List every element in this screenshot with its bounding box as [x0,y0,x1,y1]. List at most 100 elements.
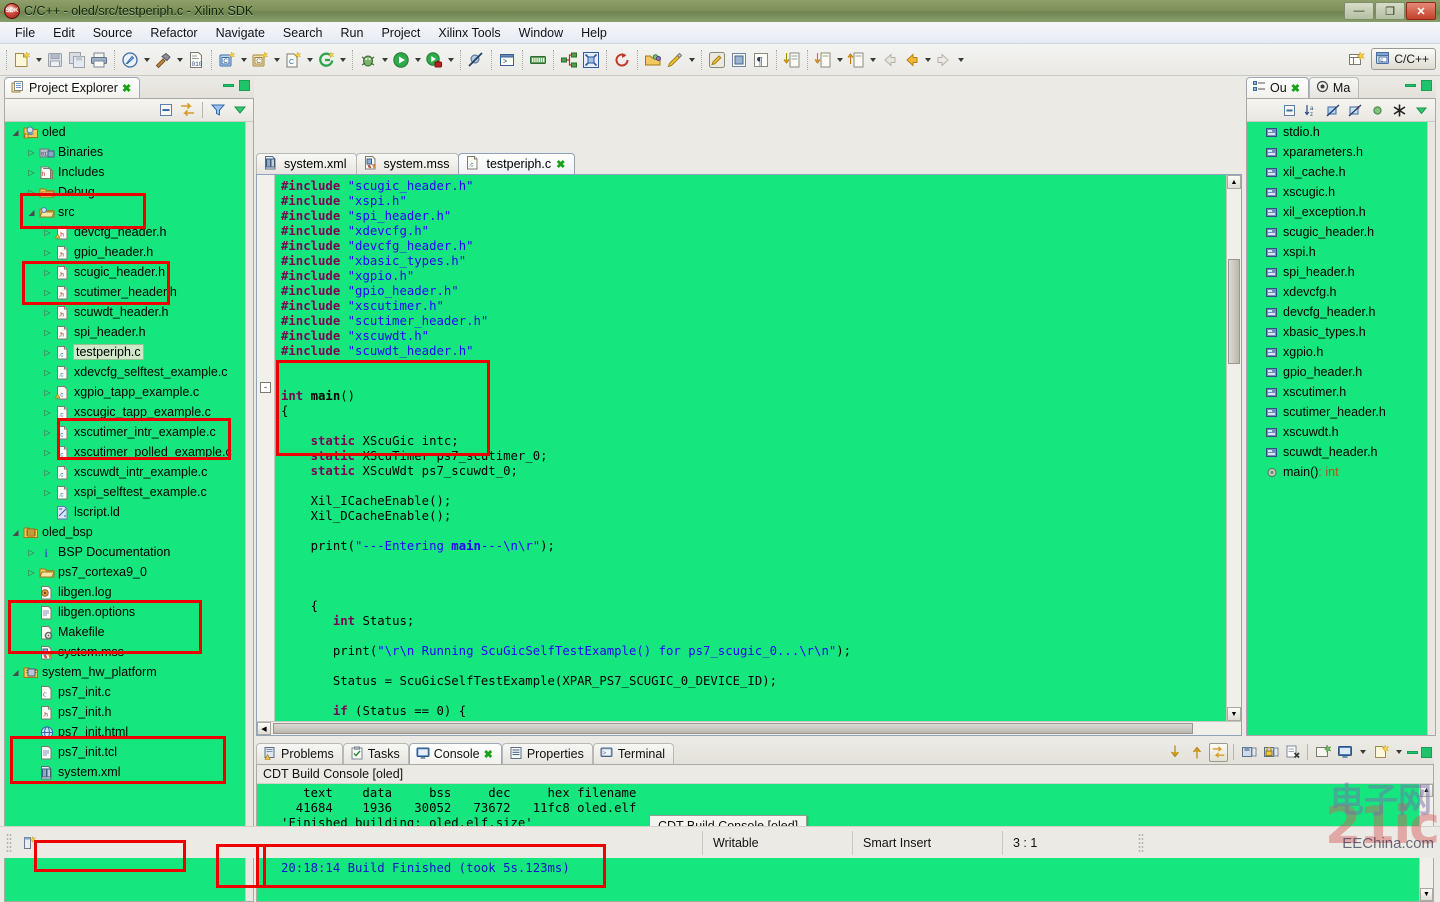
show-whitespace-block-icon[interactable] [728,49,750,71]
skip-breakpoints-icon[interactable] [465,49,487,71]
expand-arrow-open-icon[interactable]: ◢ [9,528,22,537]
forward-icon[interactable] [933,49,955,71]
last-edit-icon[interactable] [845,49,867,71]
console-tab-properties[interactable]: Properties [502,743,593,764]
hide-static-icon[interactable]: s [1346,101,1365,120]
expand-arrow-closed-icon[interactable]: ▷ [41,248,54,257]
expand-arrow-open-icon[interactable]: ◢ [9,128,22,137]
save-all-icon[interactable] [66,49,88,71]
hide-fields-icon[interactable] [1324,101,1343,120]
display-console-dropdown-icon[interactable] [1357,741,1368,763]
tree-item-scutimer-header-h[interactable]: ▷.hscutimer_header.h [5,282,253,302]
generate-dropdown-icon[interactable] [337,49,348,71]
marker-dropdown-icon[interactable] [686,49,697,71]
tree-item-oled[interactable]: ◢oled [5,122,253,142]
tab-project-explorer[interactable]: Project Explorer ✖ [4,77,140,98]
pilcrow-icon[interactable]: ¶ [750,49,772,71]
new-c-project-dropdown-icon[interactable] [238,49,249,71]
run-configurations-icon[interactable] [423,49,445,71]
new-c-file-dropdown-icon[interactable] [304,49,315,71]
build-all-icon[interactable] [119,49,141,71]
outline-item-xspi-h[interactable]: xspi.h [1247,242,1435,262]
tree-item-ps7-init-h[interactable]: .hps7_init.h [5,702,253,722]
run-configurations-dropdown-icon[interactable] [445,49,456,71]
run-icon[interactable] [390,49,412,71]
view-menu-icon[interactable] [1412,101,1431,120]
marker-icon[interactable] [664,49,686,71]
outline-item-xgpio-h[interactable]: xgpio.h [1247,342,1435,362]
scroll-down-button[interactable]: ▼ [1420,888,1433,901]
close-icon[interactable]: ✖ [122,82,131,95]
editor-tab-system-xml[interactable]: system.xml [256,153,357,174]
last-edit-dropdown-icon[interactable] [867,49,878,71]
scroll-up-button[interactable]: ▲ [1420,784,1433,797]
save-console-icon[interactable] [1239,743,1258,762]
editor-tab-testperiph-c[interactable]: .ctestperiph.c✖ [458,153,575,174]
minimize-icon[interactable] [223,84,234,87]
menu-search[interactable]: Search [274,24,332,42]
new-wizard-icon[interactable] [11,49,33,71]
new-cpp-project-icon[interactable]: C [249,49,271,71]
build-hammer-icon[interactable] [152,49,174,71]
new-console-dropdown-icon[interactable] [1393,741,1404,763]
window-controls[interactable]: — ❐ ✕ [1344,2,1436,20]
new-wizard-dropdown-icon[interactable] [33,49,44,71]
maximize-icon[interactable] [1421,80,1432,91]
console-tab-console[interactable]: Console✖ [409,743,502,764]
outline-view-buttons[interactable] [1405,80,1432,91]
build-all-dropdown-icon[interactable] [141,49,152,71]
back-icon[interactable] [900,49,922,71]
code-view[interactable]: #include "scugic_header.h" #include "xsp… [275,175,1226,735]
tree-item-libgen-options[interactable]: libgen.options [5,602,253,622]
editor-vscrollbar[interactable]: ▲ ▼ [1226,175,1241,735]
expand-arrow-closed-icon[interactable]: ▷ [41,408,54,417]
prev-annotation-icon[interactable] [812,49,834,71]
minimize-icon[interactable] [1405,84,1416,87]
project-tree-scrollbar[interactable] [245,122,253,901]
tree-item-system-mss[interactable]: system.mss [5,642,253,662]
console-tab-terminal[interactable]: >Terminal [593,743,674,764]
toggle-edit-icon[interactable] [706,49,728,71]
scroll-up-icon[interactable] [1187,743,1206,762]
menu-navigate[interactable]: Navigate [207,24,274,42]
expand-arrow-closed-icon[interactable]: ▷ [41,468,54,477]
outline-tree[interactable]: stdio.hxparameters.hxil_cache.hxscugic.h… [1247,122,1435,735]
expand-arrow-closed-icon[interactable]: ▷ [41,268,54,277]
tree-item-xscugic-tapp-example-c[interactable]: ▷.cxscugic_tapp_example.c [5,402,253,422]
print-icon[interactable] [88,49,110,71]
xmd-console-icon[interactable]: > [496,49,518,71]
fold-collapse-icon[interactable]: - [260,382,271,393]
scroll-up-button[interactable]: ▲ [1227,175,1241,189]
prev-annotation-dropdown-icon[interactable] [834,49,845,71]
debug-icon[interactable] [357,49,379,71]
restore-button[interactable]: ❐ [1375,2,1405,20]
open-resource-icon[interactable] [642,49,664,71]
tree-item-scuwdt-header-h[interactable]: ▷.hscuwdt_header.h [5,302,253,322]
expand-arrow-open-icon[interactable]: ◢ [25,208,38,217]
close-icon[interactable]: ✖ [484,748,493,761]
close-button[interactable]: ✕ [1406,2,1436,20]
menu-run[interactable]: Run [332,24,373,42]
close-icon[interactable]: ✖ [556,158,565,171]
tree-item-src[interactable]: ◢src [5,202,253,222]
new-c-file-icon[interactable]: C [282,49,304,71]
collapse-all-icon[interactable] [156,101,175,120]
outline-item-xil-cache-h[interactable]: xil_cache.h [1247,162,1435,182]
tree-item-gpio-header-h[interactable]: ▷.hgpio_header.h [5,242,253,262]
tree-item-xscuwdt-intr-example-c[interactable]: ▷.cxscuwdt_intr_example.c [5,462,253,482]
editor-hscrollbar[interactable]: ◀ [257,721,1241,735]
maximize-icon[interactable] [239,80,250,91]
expand-arrow-closed-icon[interactable]: ▷ [41,288,54,297]
expand-arrow-closed-icon[interactable]: ▷ [25,548,38,557]
tree-item-binaries[interactable]: ▷01Binaries [5,142,253,162]
new-cpp-project-dropdown-icon[interactable] [271,49,282,71]
tree-item-makefile[interactable]: Makefile [5,622,253,642]
outline-item-xil-exception-h[interactable]: xil_exception.h [1247,202,1435,222]
tree-item-devcfg-header-h[interactable]: ▷.hdevcfg_header.h [5,222,253,242]
menu-help[interactable]: Help [572,24,616,42]
editor-scroll-thumb[interactable] [1228,259,1240,364]
tree-item-scugic-header-h[interactable]: ▷.hscugic_header.h [5,262,253,282]
tree-item-xdevcfg-selftest-example-c[interactable]: ▷.cxdevcfg_selftest_example.c [5,362,253,382]
menu-edit[interactable]: Edit [44,24,84,42]
display-console-icon[interactable] [1335,743,1354,762]
